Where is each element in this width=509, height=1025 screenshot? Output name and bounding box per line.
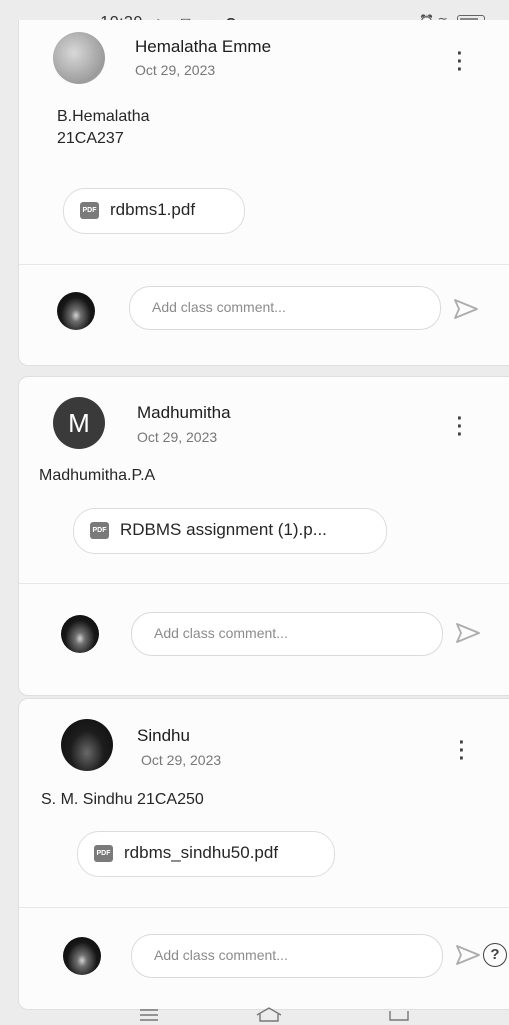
attachment-name: RDBMS assignment (1).p... (120, 520, 327, 539)
post-date: Oct 29, 2023 (141, 752, 222, 768)
submission-card: M Madhumitha Oct 29, 2023 · · · Madhumitha… (18, 376, 509, 696)
pdf-icon: PDF (80, 202, 99, 219)
post-text: Madhumitha.P.A (39, 467, 156, 484)
post-text: B.Hemalatha 21CA237 (57, 108, 150, 147)
divider (19, 907, 509, 908)
comment-input[interactable]: Add class comment... (131, 612, 443, 656)
send-icon[interactable] (453, 298, 479, 320)
author-name: Hemalatha Emme (135, 37, 272, 56)
submission-card: Sindhu Oct 29, 2023 · · · S. M. Sindhu 21C… (18, 698, 509, 1010)
attachment-chip[interactable]: PDF rdbms_sindhu50.pdf (77, 831, 335, 877)
pdf-icon: PDF (90, 522, 109, 539)
more-options-icon[interactable]: · · · (451, 44, 469, 80)
comment-input[interactable]: Add class comment... (131, 934, 443, 978)
system-nav-bar (0, 1006, 509, 1025)
avatar: M (53, 397, 105, 449)
send-icon[interactable] (455, 622, 481, 644)
help-icon[interactable]: ? (483, 943, 507, 967)
divider (19, 583, 509, 584)
more-options-icon[interactable]: · · · (451, 409, 469, 445)
post-text: S. M. Sindhu 21CA250 (41, 791, 204, 808)
avatar (61, 719, 113, 771)
comment-input[interactable]: Add class comment... (129, 286, 441, 330)
send-icon[interactable] (455, 944, 481, 966)
author-name: Madhumitha (137, 403, 231, 422)
avatar (53, 32, 105, 84)
post-date: Oct 29, 2023 (137, 429, 218, 445)
author-name: Sindhu (137, 726, 190, 745)
attachment-name: rdbms_sindhu50.pdf (124, 843, 279, 862)
recent-apps-button[interactable] (138, 1008, 160, 1022)
divider (19, 264, 509, 265)
submission-card: Hemalatha Emme Oct 29, 2023 · · · B.Hemala… (18, 20, 509, 366)
home-button[interactable] (254, 1006, 284, 1022)
attachment-chip[interactable]: PDF RDBMS assignment (1).p... (73, 508, 387, 554)
back-button[interactable] (386, 1008, 412, 1022)
my-avatar (63, 937, 101, 975)
post-date: Oct 29, 2023 (135, 62, 216, 78)
my-avatar (61, 615, 99, 653)
pdf-icon: PDF (94, 845, 113, 862)
my-avatar (57, 292, 95, 330)
more-options-icon[interactable]: · · · (453, 733, 471, 769)
attachment-name: rdbms1.pdf (110, 200, 196, 219)
attachment-chip[interactable]: PDF rdbms1.pdf (63, 188, 245, 234)
